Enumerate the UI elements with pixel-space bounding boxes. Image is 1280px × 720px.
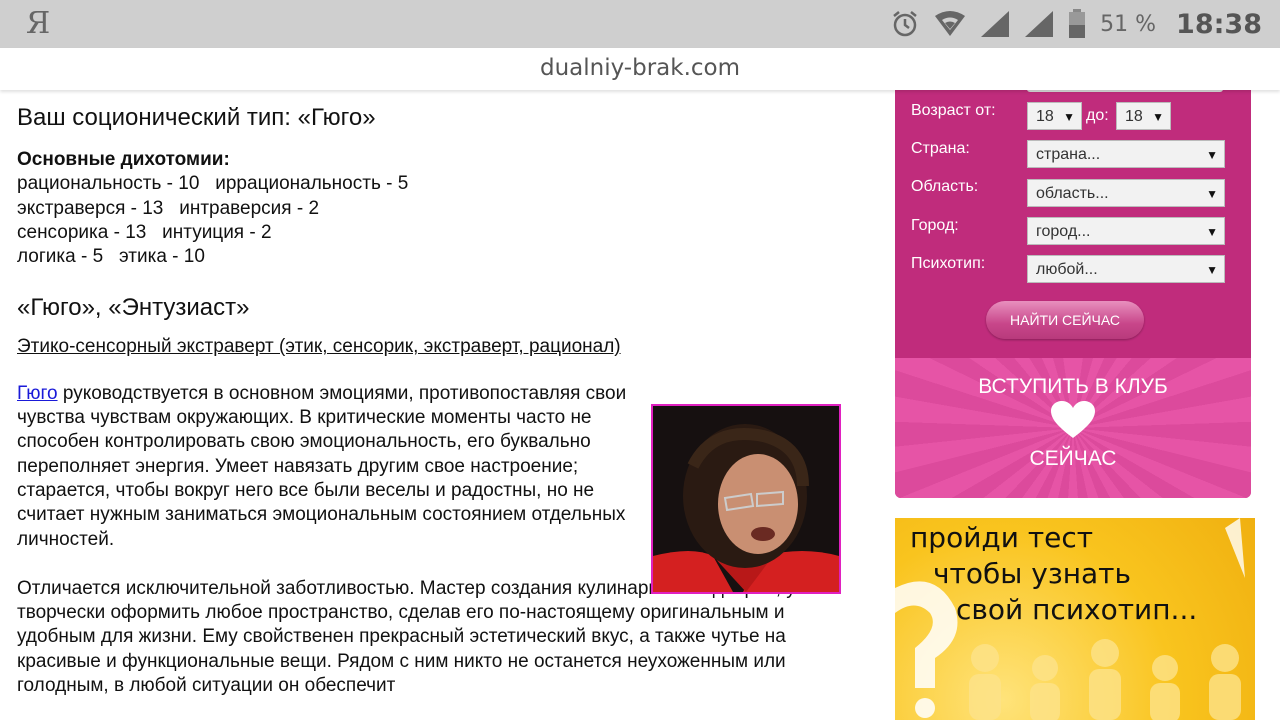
psychotype-select[interactable]: любой... ▼ xyxy=(1027,255,1225,283)
join-club-banner[interactable]: ВСТУПИТЬ В КЛУБ СЕЙЧАС xyxy=(895,358,1251,498)
dichotomies-heading: Основные дихотомии: xyxy=(17,149,230,170)
paragraph-1-text: руководствуется в основном эмоциями, про… xyxy=(17,382,627,550)
age-from-select[interactable]: 18 ▼ xyxy=(1027,102,1082,130)
page-title: Ваш соционический тип: «Гюго» xyxy=(17,104,376,131)
signal-icon xyxy=(980,10,1010,38)
battery-percent: 51 % xyxy=(1100,11,1157,37)
article: Ваш соционический тип: «Гюго» Основные д… xyxy=(17,90,857,720)
portrait-photo xyxy=(651,404,841,594)
country-label: Страна: xyxy=(911,140,970,157)
psychotype-value: любой... xyxy=(1036,261,1098,278)
clock: 18:38 xyxy=(1176,8,1262,40)
country-value: страна... xyxy=(1036,146,1101,163)
region-select[interactable]: область... ▼ xyxy=(1027,179,1225,207)
status-bar: Я 51 % 18:38 xyxy=(0,0,1280,48)
signal-icon-2 xyxy=(1024,10,1054,38)
find-now-button[interactable]: НАЙТИ СЕЙЧАС xyxy=(986,301,1144,339)
region-value: область... xyxy=(1036,185,1109,202)
search-form-top-field[interactable] xyxy=(1027,90,1223,92)
dichotomy-line: логика - 5 этика - 10 xyxy=(17,246,205,268)
yandex-logo: Я xyxy=(26,6,51,41)
age-to-label: до: xyxy=(1086,107,1109,124)
search-form: Возраст от: 18 ▼ до: 18 ▼ Страна: страна… xyxy=(895,90,1251,498)
dichotomies-block: Основные дихотомии: рациональность - 10 … xyxy=(17,148,857,269)
age-to-select[interactable]: 18 ▼ xyxy=(1116,102,1171,130)
wifi-icon xyxy=(934,10,966,38)
battery-icon xyxy=(1068,9,1086,39)
dichotomy-line: сенсорика - 13 интуиция - 2 xyxy=(17,221,272,243)
url-bar[interactable]: dualniy-brak.com xyxy=(0,48,1280,90)
test-banner-line-1: пройди тест xyxy=(910,521,1094,554)
chevron-down-icon: ▼ xyxy=(1206,148,1218,162)
dichotomy-line: рациональность - 10 иррациональность - 5 xyxy=(17,173,409,195)
age-from-value: 18 xyxy=(1036,108,1054,125)
age-from-label: Возраст от: xyxy=(911,102,996,119)
chevron-down-icon: ▼ xyxy=(1206,263,1218,277)
type-names-heading: «Гюго», «Энтузиаст» xyxy=(17,294,250,322)
chevron-down-icon: ▼ xyxy=(1206,187,1218,201)
status-icons: 51 % 18:38 xyxy=(890,0,1262,48)
heart-icon xyxy=(1051,401,1095,438)
chevron-down-icon: ▼ xyxy=(1063,110,1075,124)
city-select[interactable]: город... ▼ xyxy=(1027,217,1225,245)
chevron-down-icon: ▼ xyxy=(1152,110,1164,124)
dichotomy-line: экстраверся - 13 интраверсия - 2 xyxy=(17,197,320,219)
join-club-text: ВСТУПИТЬ В КЛУБ xyxy=(978,375,1168,398)
join-now-text: СЕЙЧАС xyxy=(1029,447,1117,470)
description-paragraph-2: Отличается исключительной заботливостью.… xyxy=(17,577,838,697)
chevron-down-icon: ▼ xyxy=(1206,225,1218,239)
psychotype-label: Психотип: xyxy=(911,255,986,272)
psychotype-test-banner[interactable]: пройди тест чтобы узнать свой психотип..… xyxy=(895,518,1255,720)
alarm-icon xyxy=(890,9,920,39)
region-label: Область: xyxy=(911,178,979,195)
city-value: город... xyxy=(1036,223,1091,240)
city-label: Город: xyxy=(911,217,959,234)
description-paragraph-1: Гюго руководствуется в основном эмоциями… xyxy=(17,382,627,552)
country-select[interactable]: страна... ▼ xyxy=(1027,140,1225,168)
age-to-value: 18 xyxy=(1125,108,1143,125)
type-description: Этико-сенсорный экстраверт (этик, сенсор… xyxy=(17,336,621,358)
test-banner-line-2: чтобы узнать xyxy=(933,557,1131,590)
hugo-link[interactable]: Гюго xyxy=(17,383,58,404)
test-banner-line-3: свой психотип... xyxy=(956,593,1198,626)
